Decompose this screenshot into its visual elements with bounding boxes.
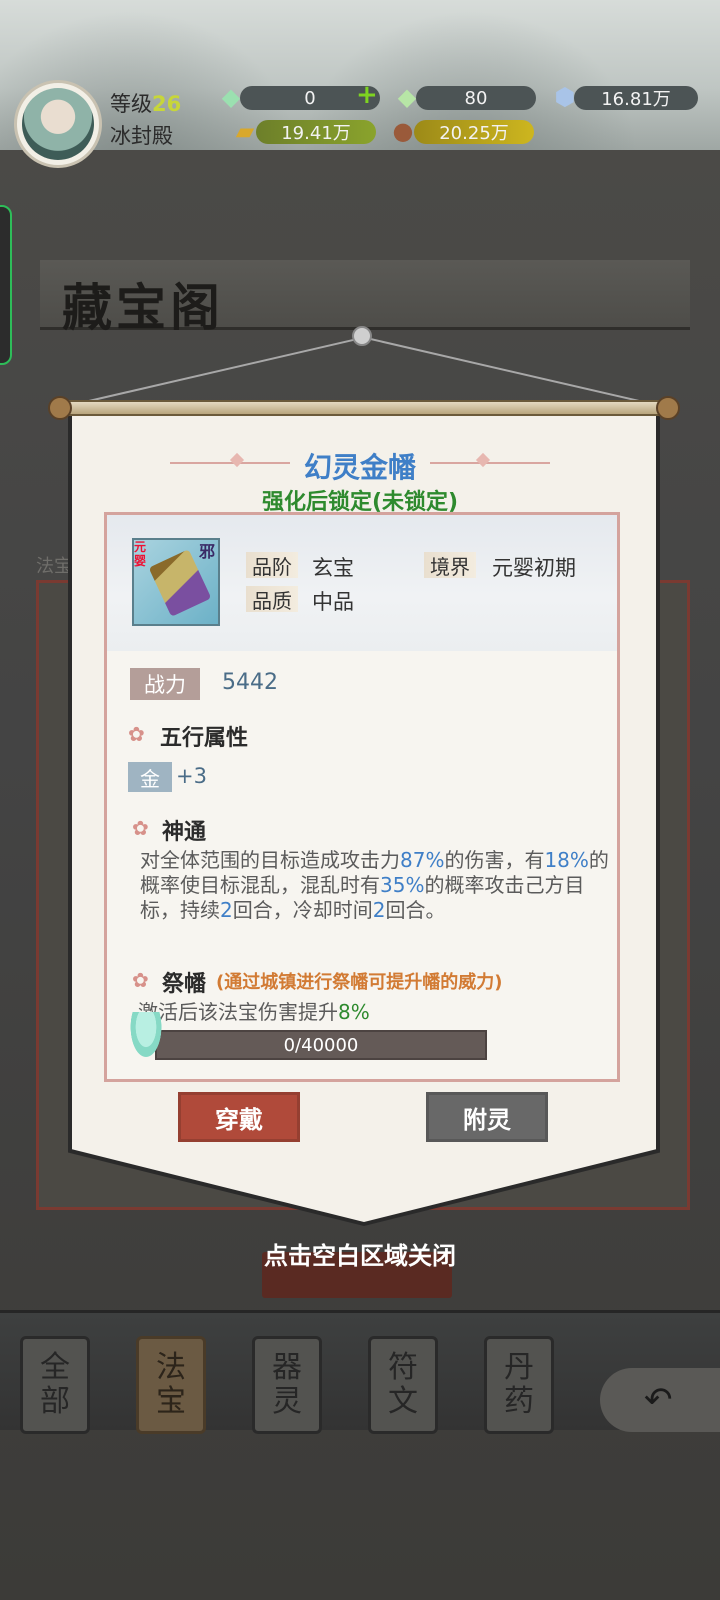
- tab-pill[interactable]: 丹 药: [484, 1336, 554, 1434]
- tab-magic-treasure-char-1: 法: [156, 1350, 186, 1385]
- tab-artifact-spirit-char-2: 灵: [272, 1384, 302, 1419]
- realm-value: 元婴初期: [492, 556, 576, 580]
- add-currency-icon[interactable]: +: [356, 80, 378, 110]
- tab-rune[interactable]: 符 文: [368, 1336, 438, 1434]
- progress-text: 0/40000: [283, 1034, 359, 1056]
- ji-progress-bar: 0/40000: [155, 1030, 487, 1060]
- rod-cap-right: [656, 396, 680, 420]
- tab-artifact-spirit[interactable]: 器 灵: [252, 1336, 322, 1434]
- tab-all-char-2: 部: [40, 1384, 70, 1419]
- hanging-knob: [352, 326, 372, 346]
- gold-amount: 19.41万: [256, 120, 376, 144]
- thumb-realm-tag: 元婴: [134, 540, 147, 568]
- ji-desc-text: 激活后该法宝伤害提升: [138, 1000, 338, 1024]
- skill-cooldown-value: 2: [372, 898, 386, 922]
- banner-rod: [58, 400, 668, 416]
- close-hint: 点击空白区域关闭: [264, 1242, 456, 1270]
- skill-description: 对全体范围的目标造成攻击力87%的伤害，有18%的概率使目标混乱，混乱时有35%…: [140, 848, 610, 923]
- skill-damage-value: 87%: [400, 848, 445, 872]
- tab-rune-char-1: 符: [388, 1350, 418, 1385]
- attach-spirit-button[interactable]: 附灵: [426, 1092, 548, 1142]
- back-arrow-icon: ↶: [644, 1380, 673, 1420]
- rank-value: 玄宝: [312, 556, 354, 580]
- rod-cap-left: [48, 396, 72, 420]
- skill-text: 对全体范围的目标造成攻击力: [140, 848, 400, 872]
- tab-pill-char-1: 丹: [504, 1350, 534, 1385]
- tab-magic-treasure[interactable]: 法 宝: [136, 1336, 206, 1434]
- skill-title: 神通: [162, 820, 207, 845]
- side-tab: [0, 205, 12, 365]
- skill-text: 回合。: [385, 898, 446, 922]
- quality-value: 中品: [312, 590, 354, 614]
- item-name: 幻灵金幡: [303, 451, 416, 484]
- flower-icon: ✿: [132, 968, 149, 992]
- tab-all-char-1: 全: [40, 1350, 70, 1385]
- bound-stone-amount: 80: [416, 86, 536, 110]
- tab-all[interactable]: 全 部: [20, 1336, 90, 1434]
- level-label: 等级: [110, 92, 152, 116]
- power-value: 5442: [222, 670, 278, 695]
- rank-label: 品阶: [246, 552, 298, 579]
- skill-chance-value: 18%: [544, 848, 589, 872]
- ji-description: 激活后该法宝伤害提升8%: [138, 996, 370, 1025]
- skill-confuse-value: 35%: [380, 873, 425, 897]
- skill-text: 的伤害，有: [444, 848, 545, 872]
- crystal-amount: 16.81万: [574, 86, 698, 110]
- five-elements-title: 五行属性: [160, 726, 249, 751]
- tab-artifact-spirit-char-1: 器: [272, 1350, 302, 1385]
- page-title: 藏宝阁: [62, 278, 224, 337]
- tab-rune-char-2: 文: [388, 1384, 418, 1419]
- skill-text: 回合，冷却时间: [232, 898, 373, 922]
- flower-icon: ✿: [128, 722, 145, 746]
- hall-name: 冰封殿: [110, 124, 173, 148]
- realm-label: 境界: [424, 552, 476, 579]
- ji-title: 祭幡: [162, 972, 207, 997]
- wear-button[interactable]: 穿戴: [178, 1092, 300, 1142]
- wood-amount: 20.25万: [414, 120, 534, 144]
- element-tag: 金: [128, 762, 172, 792]
- player-level: 等级26: [110, 88, 181, 118]
- ji-bonus-value: 8%: [338, 1000, 370, 1024]
- avatar-portrait: [22, 88, 94, 160]
- power-label: 战力: [130, 668, 200, 700]
- element-value: +3: [176, 764, 207, 788]
- skill-duration-value: 2: [220, 898, 233, 922]
- ji-note: (通过城镇进行祭幡可提升幡的威力): [216, 972, 503, 993]
- tab-magic-treasure-char-2: 宝: [156, 1384, 186, 1419]
- flower-icon: ✿: [132, 816, 149, 840]
- panel-label: 法宝: [36, 556, 72, 577]
- player-avatar[interactable]: [14, 80, 102, 168]
- level-value: 26: [152, 92, 182, 116]
- tab-pill-char-2: 药: [504, 1384, 534, 1419]
- back-button[interactable]: ↶: [600, 1368, 720, 1432]
- thumb-type-tag: 邪: [199, 542, 216, 561]
- spirit-icon: [128, 1012, 164, 1062]
- quality-label: 品质: [246, 586, 298, 613]
